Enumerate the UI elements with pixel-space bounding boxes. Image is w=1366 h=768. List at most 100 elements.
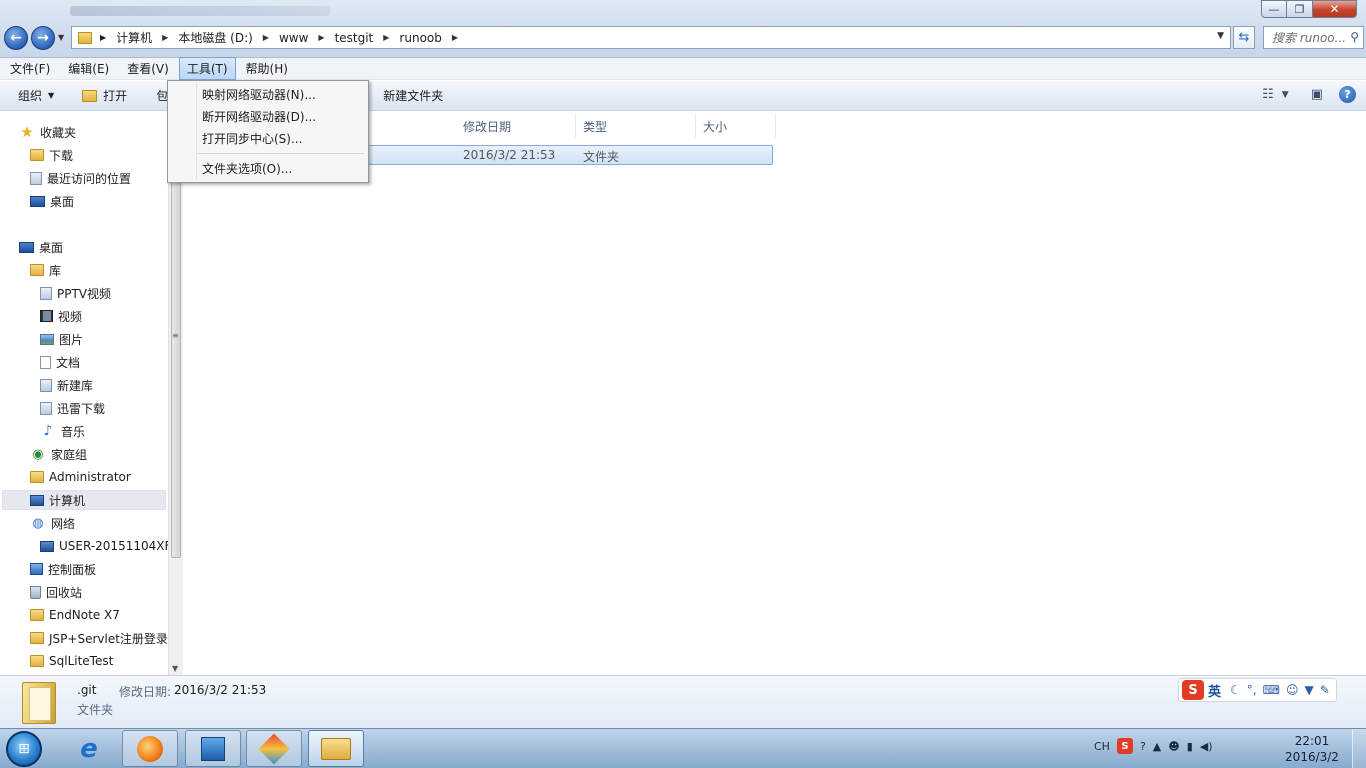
punctuation-icon[interactable]: °, — [1247, 683, 1257, 697]
column-header-modified[interactable]: 修改日期 — [456, 114, 576, 138]
nav-item-sqllitetest[interactable]: SqlLiteTest — [30, 651, 113, 671]
nav-item-new-library[interactable]: 新建库 — [40, 375, 93, 395]
folder-icon — [78, 31, 92, 44]
sogou-ime-icon[interactable]: S — [1182, 680, 1204, 700]
nav-item-pptv[interactable]: PPTV视频 — [40, 283, 111, 303]
menu-item-open-sync-center[interactable]: 打开同步中心(S)... — [170, 127, 366, 149]
breadcrumb-item[interactable]: runoob ▶ — [399, 31, 458, 45]
qq-penguin-icon[interactable]: ☻ — [1168, 740, 1179, 753]
nav-item-network-pc[interactable]: USER-20151104XF — [40, 536, 168, 556]
back-button[interactable]: ← — [4, 26, 28, 50]
new-folder-button[interactable]: 新建文件夹 — [383, 87, 443, 104]
taskbar: ⊞ e CH S ? ▲ ☻ ▮ ◀) 22:01 2016/3/2 — [0, 728, 1366, 768]
scrollbar-thumb[interactable] — [171, 124, 181, 558]
menu-view[interactable]: 查看(V) — [119, 57, 177, 80]
ime-toolbar[interactable]: S 英 ☾ °, ⌨ ☺ ▼ ✎ — [1178, 678, 1337, 702]
taskbar-explorer[interactable] — [308, 730, 364, 767]
breadcrumb-item[interactable]: 计算机 ▶ — [116, 29, 168, 46]
breadcrumb-root-chevron-icon[interactable]: ▶ — [100, 33, 106, 42]
nav-item-jsp-servlet[interactable]: JSP+Servlet注册登录 — [30, 628, 168, 648]
recent-pages-dropdown[interactable]: ▼ — [58, 33, 64, 42]
refresh-button[interactable]: ⇆ — [1233, 26, 1255, 49]
nav-item-recent-places[interactable]: 最近访问的位置 — [30, 168, 131, 188]
clock-date: 2016/3/2 — [1285, 750, 1339, 764]
nav-item-downloads[interactable]: 下载 — [30, 145, 73, 165]
menu-tools[interactable]: 工具(T) — [178, 57, 236, 80]
folder-icon — [30, 609, 44, 621]
nav-item-libraries[interactable]: 库 — [30, 260, 61, 280]
nav-item-favorites[interactable]: ★ 收藏夹 — [19, 122, 76, 142]
view-options-chevron-icon[interactable]: ▼ — [1282, 90, 1289, 100]
nav-item-network[interactable]: ◍ 网络 — [30, 513, 75, 533]
scroll-down-arrow-icon[interactable]: ▼ — [172, 664, 178, 673]
nav-label: USER-20151104XF — [59, 539, 168, 553]
nav-item-endnote[interactable]: EndNote X7 — [30, 605, 120, 625]
forward-button[interactable]: → — [31, 26, 55, 50]
network-signal-icon[interactable]: ▮ — [1187, 740, 1193, 753]
breadcrumb-item[interactable]: www ▶ — [279, 31, 325, 45]
nav-item-videos[interactable]: 视频 — [40, 306, 82, 326]
breadcrumb-chevron-icon[interactable]: ▶ — [383, 33, 389, 42]
minimize-button[interactable]: — — [1261, 0, 1287, 18]
address-bar[interactable]: ▶ 计算机 ▶ 本地磁盘 (D:) ▶ www ▶ testgit ▶ runoob ▶ … — [71, 26, 1231, 49]
file-row[interactable]: 2016/3/2 21:53 文件夹 — [358, 145, 773, 165]
nav-pane-scrollbar[interactable]: ≡ ▼ — [168, 112, 183, 675]
change-view-icon[interactable]: ☷ — [1262, 87, 1274, 102]
skin-shirt-icon[interactable]: ▼ — [1304, 683, 1313, 697]
details-file-type: 文件夹 — [77, 703, 114, 717]
user-icon[interactable]: ☺ — [1286, 683, 1299, 697]
help-button[interactable]: ? — [1339, 86, 1356, 103]
search-icon[interactable]: ⚲ — [1350, 30, 1359, 44]
breadcrumb-item[interactable]: 本地磁盘 (D:) ▶ — [178, 29, 269, 46]
preview-pane-icon[interactable]: ▣ — [1311, 87, 1323, 102]
nav-item-control-panel[interactable]: 控制面板 — [30, 559, 96, 579]
nav-item-documents[interactable]: 文档 — [40, 352, 80, 372]
address-history-dropdown-icon[interactable]: ▼ — [1217, 31, 1224, 41]
moon-icon[interactable]: ☾ — [1230, 683, 1241, 697]
menu-edit[interactable]: 编辑(E) — [60, 57, 117, 80]
network-icon: ◍ — [32, 515, 44, 531]
menu-help[interactable]: 帮助(H) — [238, 57, 296, 80]
breadcrumb-item[interactable]: testgit ▶ — [335, 31, 390, 45]
organize-button[interactable]: 组织 ▼ — [18, 87, 54, 104]
breadcrumb-chevron-icon[interactable]: ▶ — [452, 33, 458, 42]
taskbar-ie[interactable]: e — [61, 730, 117, 767]
start-button[interactable]: ⊞ — [6, 731, 42, 767]
column-header-size[interactable]: 大小 — [696, 114, 776, 138]
menu-file[interactable]: 文件(F) — [2, 57, 58, 80]
menu-item-disconnect-network-drive[interactable]: 断开网络驱动器(D)... — [170, 105, 366, 127]
maximize-button[interactable]: ❐ — [1287, 0, 1313, 18]
column-header-type[interactable]: 类型 — [576, 114, 696, 138]
search-input[interactable]: 搜索 runoo... ⚲ — [1263, 26, 1364, 49]
nav-item-computer[interactable]: 计算机 — [2, 490, 166, 510]
taskbar-window-app[interactable] — [185, 730, 241, 767]
menu-item-folder-options[interactable]: 文件夹选项(O)... — [170, 157, 366, 179]
nav-item-administrator[interactable]: Administrator — [30, 467, 131, 487]
taskbar-foxmail[interactable] — [122, 730, 178, 767]
close-button[interactable]: ✕ — [1313, 0, 1357, 18]
nav-item-desktop-fav[interactable]: 桌面 — [30, 191, 74, 211]
sogou-tray-icon[interactable]: S — [1116, 738, 1133, 754]
keyboard-icon[interactable]: ⌨ — [1263, 683, 1280, 697]
breadcrumb-chevron-icon[interactable]: ▶ — [263, 33, 269, 42]
nav-item-music[interactable]: ♪ 音乐 — [40, 421, 85, 441]
nav-item-recycle-bin[interactable]: 回收站 — [30, 582, 82, 602]
ime-mode-toggle[interactable]: 英 — [1208, 681, 1221, 700]
system-clock[interactable]: 22:01 2016/3/2 — [1282, 733, 1342, 765]
taskbar-git-app[interactable] — [246, 730, 302, 767]
open-button[interactable]: 打开 — [82, 87, 127, 104]
menu-item-map-network-drive[interactable]: 映射网络驱动器(N)... — [170, 83, 366, 105]
nav-item-pictures[interactable]: 图片 — [40, 329, 83, 349]
nav-item-homegroup[interactable]: ◉ 家庭组 — [30, 444, 87, 464]
help-tray-icon[interactable]: ? — [1140, 740, 1146, 753]
breadcrumb-chevron-icon[interactable]: ▶ — [162, 33, 168, 42]
wrench-icon[interactable]: ✎ — [1320, 683, 1330, 697]
volume-icon[interactable]: ◀) — [1200, 740, 1213, 753]
breadcrumb-chevron-icon[interactable]: ▶ — [318, 33, 324, 42]
language-indicator[interactable]: CH — [1094, 740, 1110, 753]
show-hidden-icons-icon[interactable]: ▲ — [1153, 740, 1161, 753]
clock-time: 22:01 — [1294, 734, 1330, 748]
nav-item-xunlei[interactable]: 迅雷下载 — [40, 398, 105, 418]
show-desktop-button[interactable] — [1352, 729, 1366, 768]
nav-item-desktop[interactable]: 桌面 — [19, 237, 63, 257]
